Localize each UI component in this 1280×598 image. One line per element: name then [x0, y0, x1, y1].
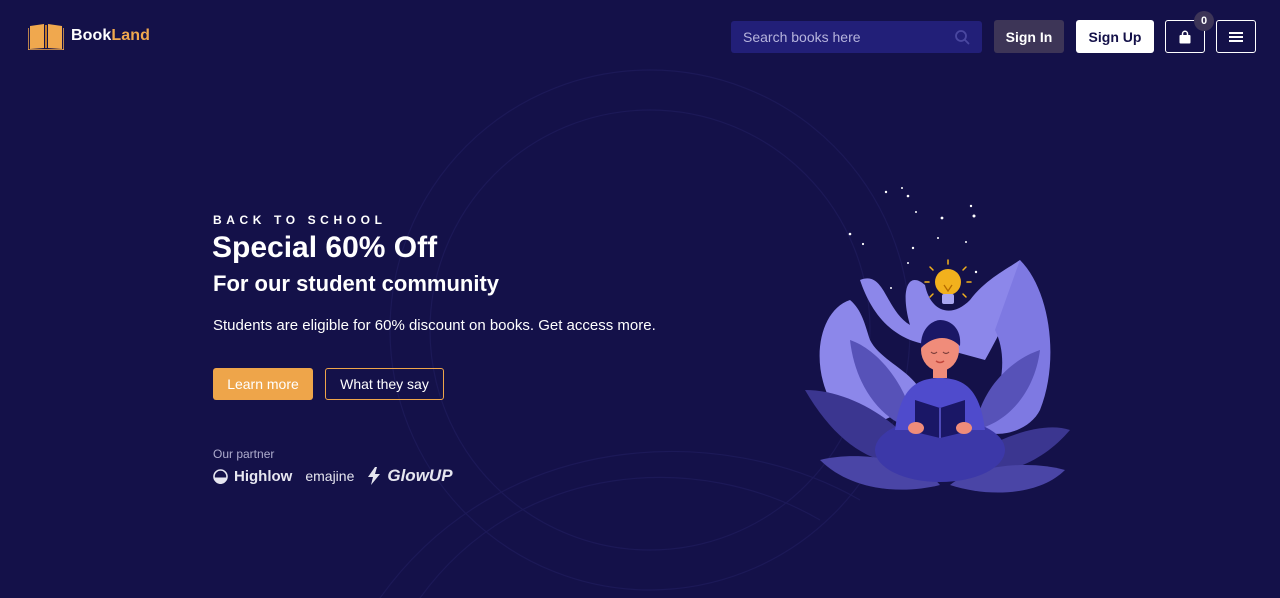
brand-name-accent: Land	[111, 27, 151, 44]
brand-name-primary: Book	[71, 27, 112, 44]
glowup-bolt-icon	[368, 467, 381, 485]
hero-headline: Special 60% Off	[212, 231, 438, 264]
brand-logo[interactable]: BookLand	[28, 22, 150, 50]
partner-emajine[interactable]: emajine	[305, 468, 354, 484]
partner-label: Our partner	[213, 447, 275, 461]
sign-in-button[interactable]: Sign In	[994, 20, 1064, 53]
partner-highlow[interactable]: Highlow	[213, 468, 292, 485]
partner-glowup-label: GlowUP	[387, 466, 453, 485]
partner-highlow-label: Highlow	[234, 467, 293, 485]
partner-glowup[interactable]: GlowUP	[367, 466, 453, 486]
search-bar	[731, 21, 982, 53]
search-icon[interactable]	[954, 29, 970, 45]
learn-more-button[interactable]: Learn more	[213, 368, 313, 400]
brand-name: BookLand	[71, 27, 150, 45]
what-they-say-button[interactable]: What they say	[325, 368, 444, 400]
book-logo-icon	[28, 24, 64, 50]
hamburger-menu-icon	[1229, 31, 1243, 42]
hero-illustration	[805, 187, 1070, 493]
light-bulb-icon	[924, 259, 972, 304]
cart-count-badge: 0	[1194, 11, 1214, 31]
partner-emajine-label: emajine	[305, 468, 355, 484]
search-input[interactable]	[743, 29, 954, 45]
hero-description: Students are eligible for 60% discount o…	[213, 317, 656, 334]
hero-eyebrow: BACK TO SCHOOL	[213, 213, 387, 227]
highlow-logo-icon	[213, 468, 228, 484]
hero-subheadline: For our student community	[213, 271, 499, 296]
sign-up-button[interactable]: Sign Up	[1076, 20, 1154, 53]
shopping-bag-icon	[1179, 30, 1191, 43]
menu-button[interactable]	[1216, 20, 1256, 53]
partner-logos: Highlow emajine GlowUP	[213, 466, 453, 486]
